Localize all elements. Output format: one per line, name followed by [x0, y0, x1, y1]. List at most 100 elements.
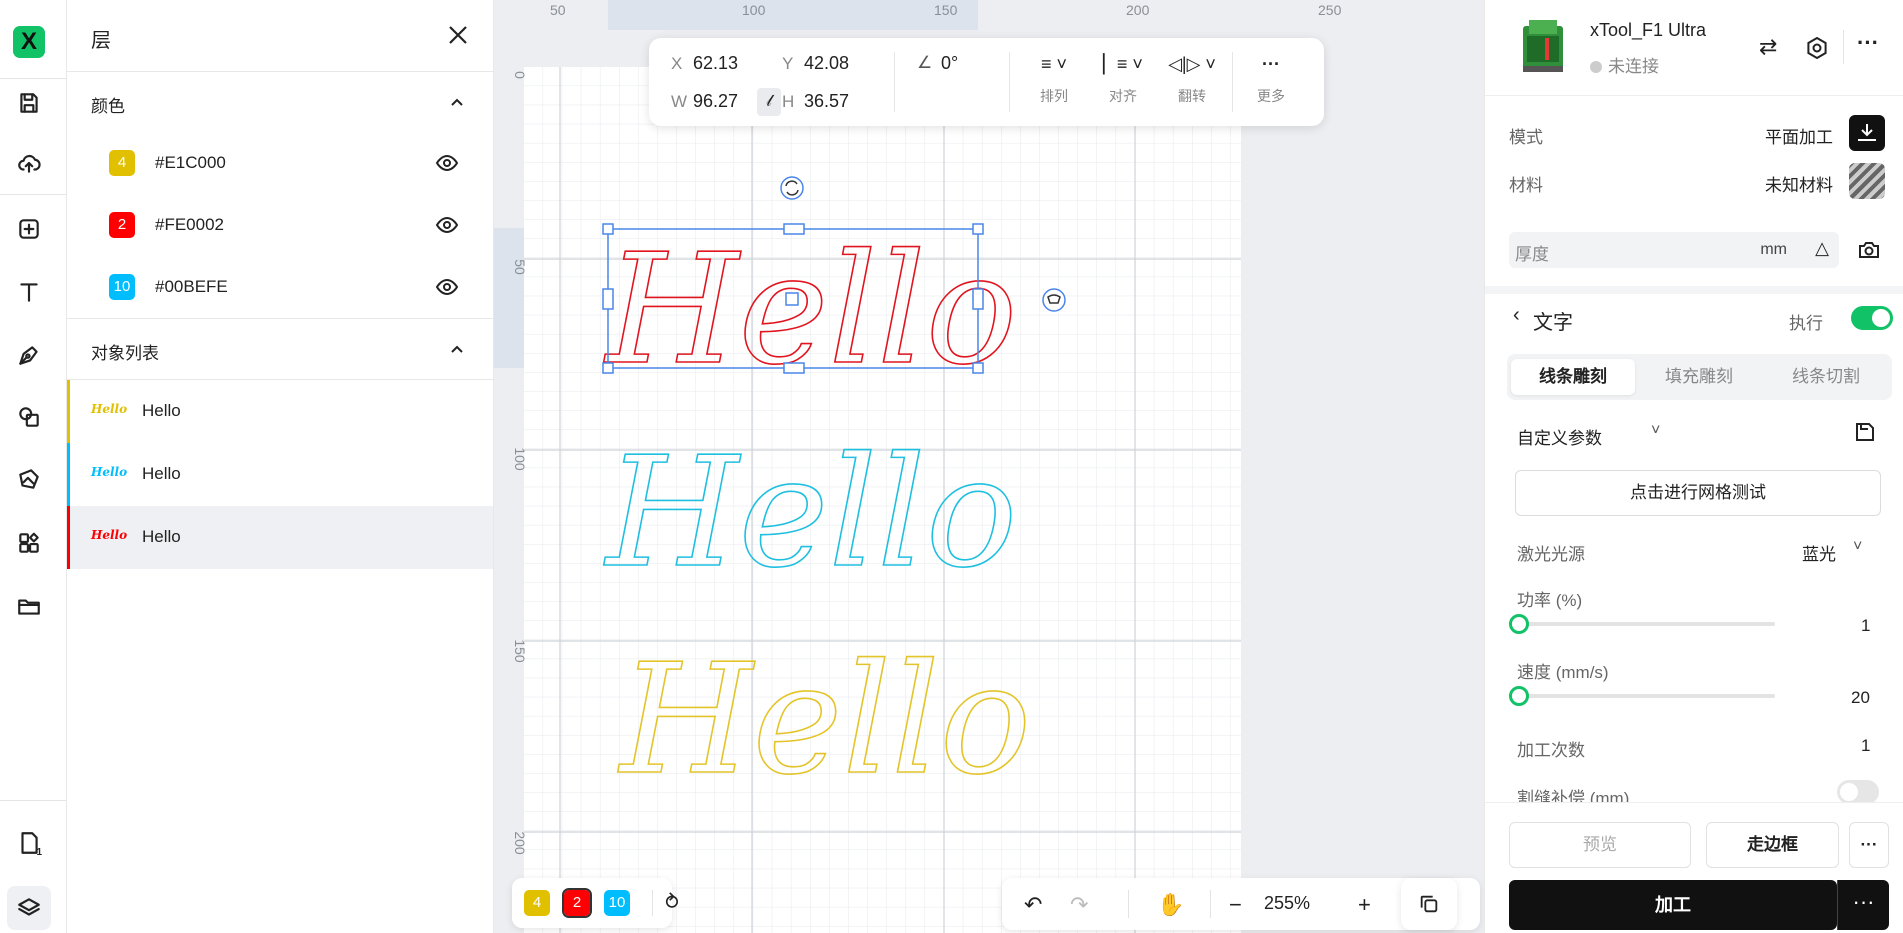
layers-icon[interactable] [7, 886, 51, 930]
resize-handle[interactable] [602, 362, 614, 374]
tab-line-cut[interactable]: 线条切割 [1764, 359, 1888, 395]
power-slider[interactable] [1509, 614, 1775, 634]
color-layer-row[interactable]: 10 #00BEFE [67, 256, 493, 318]
material-row[interactable]: 材料 未知材料 [1509, 163, 1885, 199]
object-list-item[interactable]: Hello Hello [67, 380, 493, 443]
grid-test-button[interactable]: 点击进行网格测试 [1515, 470, 1881, 516]
process-more-icon[interactable]: ··· [1837, 880, 1889, 930]
undo-icon[interactable]: ↶ [1024, 892, 1042, 918]
flip-button[interactable]: ◁|▷ ˅ 翻转 [1167, 54, 1217, 106]
more-icon[interactable]: ··· [1857, 30, 1879, 56]
align-button[interactable]: ▏≡ ˅ 对齐 [1098, 54, 1148, 106]
color-layer-row[interactable]: 4 #E1C000 [67, 132, 493, 194]
tab-line-engrave[interactable]: 线条雕刻 [1511, 359, 1635, 395]
resize-handle[interactable] [783, 223, 805, 235]
arrange-button[interactable]: ≡ ˅ 排列 [1029, 54, 1079, 106]
angle-input[interactable]: 0° [941, 53, 958, 74]
object-list-item[interactable]: Hello Hello [67, 443, 493, 506]
preview-button[interactable]: 预览 [1509, 822, 1691, 868]
image-icon[interactable] [12, 462, 46, 496]
passes-value[interactable]: 1 [1861, 736, 1870, 756]
auto-measure-icon[interactable]: △ [1815, 238, 1829, 259]
color-layer-row[interactable]: 2 #FE0002 [67, 194, 493, 256]
folder-icon[interactable] [12, 589, 46, 623]
chevron-up-icon[interactable] [449, 94, 465, 110]
kerf-toggle[interactable] [1837, 780, 1879, 804]
object-list-item[interactable]: Hello Hello [67, 506, 493, 569]
eye-icon[interactable] [435, 214, 459, 236]
path-tool-icon[interactable]: ⥁ [658, 888, 686, 918]
chevron-down-icon[interactable]: ˅ [1651, 422, 1660, 440]
material-swatch-icon[interactable] [1849, 163, 1885, 199]
y-input[interactable]: 42.08 [804, 53, 849, 74]
hello-text-red[interactable]: Hello [602, 220, 1018, 399]
redo-icon[interactable]: ↷ [1070, 892, 1088, 918]
resize-handle[interactable] [602, 288, 614, 310]
layer-color-chip[interactable]: 4 [524, 890, 550, 916]
more-button[interactable]: ··· 更多 [1246, 54, 1296, 106]
save-icon[interactable] [12, 86, 46, 120]
device-settings-icon[interactable] [1806, 37, 1828, 59]
chevron-down-icon[interactable]: ˅ [1853, 538, 1862, 556]
thickness-field[interactable]: 厚度 mm △ [1509, 232, 1839, 268]
laser-select[interactable]: 蓝光 [1802, 540, 1836, 565]
params-select[interactable]: 自定义参数 [1517, 424, 1602, 449]
power-value[interactable]: 1 [1861, 616, 1870, 636]
resize-handle[interactable] [783, 362, 805, 374]
execute-toggle[interactable] [1851, 306, 1893, 330]
add-icon[interactable] [12, 212, 46, 246]
slider-knob[interactable] [1509, 614, 1529, 634]
design-canvas[interactable]: 50 100 150 200 250 0 50 100 150 200 Hello Hello … [494, 0, 1484, 933]
zoom-out-icon[interactable]: − [1229, 892, 1242, 918]
more-options-icon[interactable]: ··· [1849, 822, 1889, 868]
resize-handle[interactable] [972, 223, 984, 235]
mode-row[interactable]: 模式 平面加工 [1509, 115, 1885, 151]
zoom-level[interactable]: 255% [1264, 893, 1310, 914]
process-button[interactable]: 加工 [1509, 880, 1837, 930]
resize-handle[interactable] [602, 223, 614, 235]
chevron-up-icon[interactable] [449, 341, 465, 357]
text-tool-icon[interactable] [12, 275, 46, 309]
resize-handle[interactable] [972, 288, 984, 310]
warp-handle-icon[interactable] [1042, 288, 1066, 312]
hello-text-yellow[interactable]: Hello [616, 630, 1032, 809]
toggle-knob [1840, 783, 1858, 801]
resize-handle[interactable] [972, 362, 984, 374]
speed-value[interactable]: 20 [1851, 688, 1870, 708]
apps-icon[interactable] [12, 526, 46, 560]
save-params-icon[interactable] [1853, 420, 1877, 444]
cloud-upload-icon[interactable] [12, 146, 46, 180]
layer-color-chip[interactable]: 10 [604, 890, 630, 916]
objects-section-header[interactable]: 对象列表 [67, 319, 493, 379]
w-input[interactable]: 96.27 [693, 91, 738, 112]
shapes-icon[interactable] [12, 400, 46, 434]
tab-fill-engrave[interactable]: 填充雕刻 [1637, 359, 1761, 395]
back-chevron-icon[interactable]: ‹ [1513, 304, 1520, 327]
speed-slider[interactable] [1509, 686, 1775, 706]
eye-icon[interactable] [435, 276, 459, 298]
hello-text-cyan[interactable]: Hello [602, 423, 1018, 602]
center-handle[interactable] [785, 292, 799, 306]
slider-knob[interactable] [1509, 686, 1529, 706]
app-logo[interactable]: X [13, 26, 45, 58]
switch-device-icon[interactable]: ⇄ [1759, 34, 1777, 60]
y-label: Y [782, 54, 794, 73]
x-input[interactable]: 62.13 [693, 53, 738, 74]
h-input[interactable]: 36.57 [804, 91, 849, 112]
speed-label: 速度 (mm/s) [1517, 663, 1609, 682]
frame-button[interactable]: 走边框 [1706, 822, 1839, 868]
flat-processing-icon[interactable] [1849, 115, 1885, 151]
canvas-stage[interactable]: 50 100 150 200 250 050100150200 Hello Hello … [494, 0, 1484, 933]
file-count-icon[interactable]: 1 [12, 826, 46, 860]
colors-section-header[interactable]: 颜色 [67, 72, 493, 132]
zoom-in-icon[interactable]: + [1358, 892, 1371, 918]
layer-color-chip[interactable]: 2 [562, 888, 592, 918]
camera-icon[interactable] [1857, 238, 1881, 262]
rotate-handle-icon[interactable] [780, 176, 804, 200]
hand-pan-icon[interactable]: ✋ [1157, 892, 1184, 918]
duplicate-button[interactable] [1401, 878, 1457, 930]
lock-ratio-icon[interactable]: 𝓁 [757, 88, 781, 116]
close-icon[interactable] [447, 24, 469, 46]
pen-tool-icon[interactable] [12, 338, 46, 372]
eye-icon[interactable] [435, 152, 459, 174]
